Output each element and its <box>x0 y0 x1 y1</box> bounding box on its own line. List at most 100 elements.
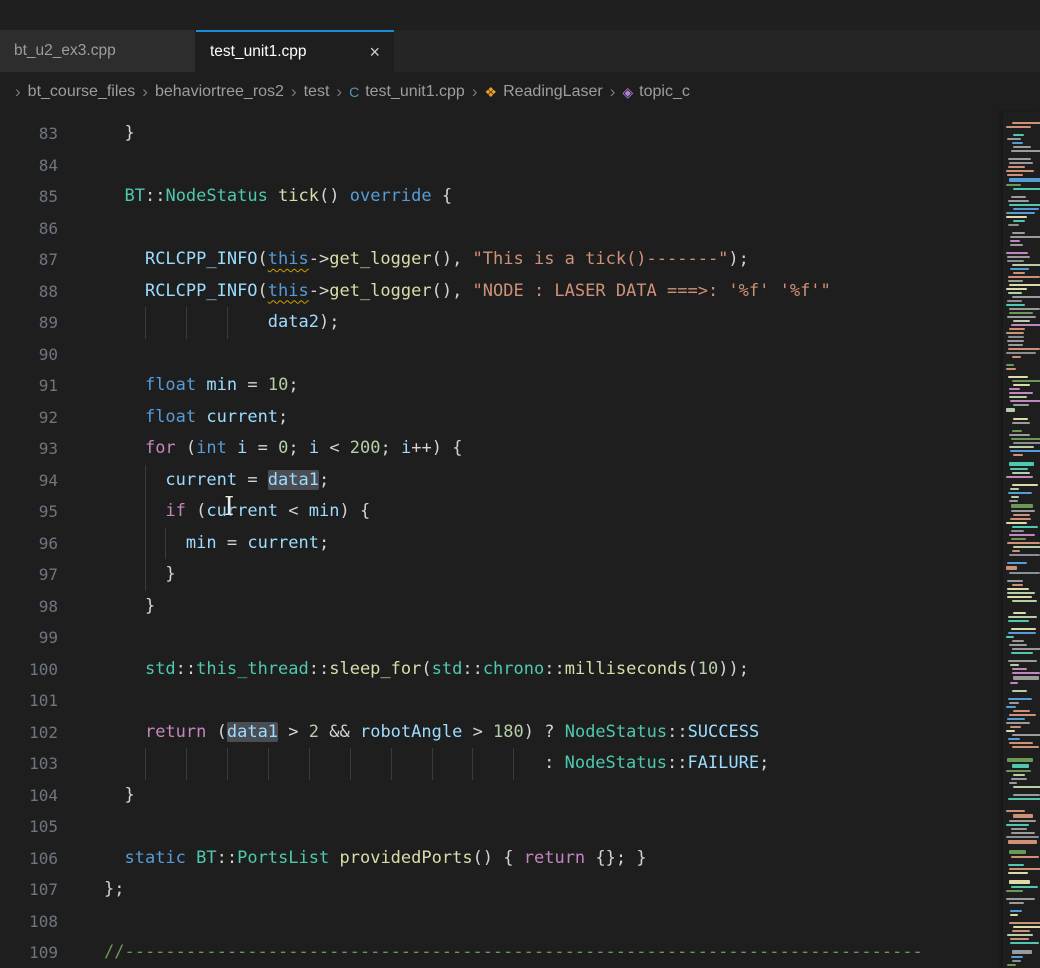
code-line-content[interactable]: current = data1; <box>104 465 329 497</box>
code-line-content[interactable]: static BT::PortsList providedPorts() { r… <box>104 843 647 875</box>
minimap-line <box>1008 840 1037 844</box>
indent-guide <box>186 307 187 339</box>
code-line-content[interactable]: return (data1 > 2 && robotAngle > 180) ?… <box>104 717 759 749</box>
minimap-line <box>1011 496 1019 498</box>
code-line-content[interactable]: if (current < min) { <box>104 496 370 528</box>
code-line-content[interactable]: }; <box>104 874 124 906</box>
code-line-content[interactable]: RCLCPP_INFO(this->get_logger(), "This is… <box>104 244 749 276</box>
line-number: 85 <box>0 181 58 213</box>
breadcrumb-item-bt_course_files[interactable]: bt_course_files <box>28 83 136 101</box>
code-line-content[interactable]: } <box>104 559 176 591</box>
tab-bt_u2_ex3-cpp[interactable]: bt_u2_ex3.cpp <box>0 30 196 72</box>
code-line: 105 <box>0 811 1040 843</box>
code-line-content[interactable]: for (int i = 0; i < 200; i++) { <box>104 433 462 465</box>
minimap-line <box>1011 832 1035 834</box>
code-line-content[interactable]: : NodeStatus::FAILURE; <box>104 748 769 780</box>
code-line-content[interactable]: } <box>104 591 155 623</box>
minimap-line <box>1010 468 1028 470</box>
code-token: 10 <box>698 659 718 679</box>
minimap-line <box>1013 134 1024 136</box>
code-line: 97 } <box>0 559 1040 591</box>
line-number: 101 <box>0 685 58 717</box>
minimap-line <box>1007 964 1016 966</box>
code-line-content[interactable]: min = current; <box>104 528 329 560</box>
breadcrumb-item-topic[interactable]: ◈ topic_c <box>622 83 689 101</box>
minimap-line <box>1009 868 1040 870</box>
code-line-content[interactable]: } <box>104 780 135 812</box>
code-token: -> <box>309 249 329 269</box>
code-token: ( <box>186 501 206 521</box>
minimap-line <box>1011 652 1033 654</box>
minimap-line <box>1009 312 1033 314</box>
line-number: 90 <box>0 339 58 371</box>
minimap-line <box>1008 336 1024 338</box>
code-line-content[interactable]: RCLCPP_INFO(this->get_logger(), "NODE : … <box>104 276 831 308</box>
code-line-content[interactable]: //--------------------------------------… <box>104 937 923 968</box>
minimap-line <box>1006 706 1016 708</box>
code-token: sleep_for <box>329 659 421 679</box>
code-token: RCLCPP_INFO <box>145 281 258 301</box>
minimap-line <box>1012 356 1021 358</box>
minimap-line <box>1009 178 1040 182</box>
code-token: > <box>462 722 493 742</box>
code-line-content[interactable]: std::this_thread::sleep_for(std::chrono:… <box>104 654 749 686</box>
minimap[interactable] <box>1003 112 1040 968</box>
line-number: 87 <box>0 244 58 276</box>
minimap-line <box>1012 430 1022 432</box>
minimap-line <box>1013 514 1030 516</box>
code-token: ; <box>381 438 401 458</box>
indent-guide <box>145 465 146 497</box>
code-token: NodeStatus <box>165 186 267 206</box>
minimap-line <box>1012 690 1027 692</box>
indent-guide <box>145 559 146 591</box>
code-token: -> <box>309 281 329 301</box>
breadcrumb-item-behaviortree_ros2[interactable]: behaviortree_ros2 <box>155 83 284 101</box>
minimap-line <box>1012 950 1032 954</box>
chevron-right-icon: › <box>291 82 297 102</box>
code-token: i <box>401 438 411 458</box>
code-token: data1 <box>268 470 319 490</box>
code-token: int <box>196 438 227 458</box>
code-token: float <box>145 407 196 427</box>
chevron-right-icon: › <box>142 82 148 102</box>
code-line-content[interactable]: data2); <box>104 307 339 339</box>
code-token: 10 <box>268 375 288 395</box>
line-number: 94 <box>0 465 58 497</box>
code-token: 200 <box>350 438 381 458</box>
code-token: } <box>145 596 155 616</box>
minimap-line <box>1008 698 1032 700</box>
editor[interactable]: 83 }8485 BT::NodeStatus tick() override … <box>0 112 1040 968</box>
line-number: 95 <box>0 496 58 528</box>
minimap-line <box>1009 644 1027 646</box>
tab-test_unit1-cpp[interactable]: test_unit1.cpp × <box>196 30 394 72</box>
minimap-line <box>1008 738 1020 740</box>
code-token: :: <box>176 659 196 679</box>
code-token: BT <box>196 848 216 868</box>
breadcrumb-item-test_unit1-cpp[interactable]: C test_unit1.cpp <box>349 83 465 101</box>
code-line-content[interactable]: } <box>104 118 135 150</box>
minimap-line <box>1010 518 1031 520</box>
line-number: 92 <box>0 402 58 434</box>
code-token: "NODE : LASER DATA ===>: '%f' '%f'" <box>473 281 831 301</box>
code-line-content[interactable]: BT::NodeStatus tick() override { <box>104 181 452 213</box>
breadcrumb-item-test[interactable]: test <box>304 83 330 101</box>
code-token: (), <box>432 249 473 269</box>
minimap-line <box>1009 396 1027 398</box>
code-area[interactable]: 83 }8485 BT::NodeStatus tick() override … <box>0 118 1040 968</box>
indent-guide <box>227 307 228 339</box>
code-line-content[interactable]: float min = 10; <box>104 370 299 402</box>
code-token: return <box>524 848 585 868</box>
code-token: SUCCESS <box>688 722 760 742</box>
code-line-content[interactable]: float current; <box>104 402 288 434</box>
breadcrumb-item-ReadingLaser[interactable]: ❖ ReadingLaser <box>485 83 603 101</box>
close-icon[interactable]: × <box>369 43 380 61</box>
minimap-line <box>1012 600 1037 602</box>
minimap-line <box>1009 284 1040 286</box>
code-token: data1 <box>227 722 278 742</box>
code-token: "This is a tick()-------" <box>473 249 729 269</box>
code-token: current <box>206 407 278 427</box>
minimap-line <box>1009 714 1036 716</box>
code-token: :: <box>217 848 237 868</box>
code-token: ; <box>278 407 288 427</box>
line-number: 84 <box>0 150 58 182</box>
